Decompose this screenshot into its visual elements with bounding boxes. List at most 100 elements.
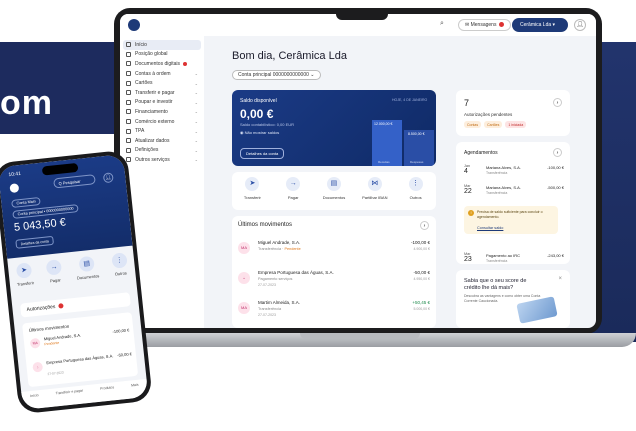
schedule-row[interactable]: Mar 22 Mariana Alves, S.A. Transferência -50… [464, 184, 564, 204]
sidebar-item-label: Poupar e investir [135, 99, 173, 106]
chevron-right-icon[interactable]: › [553, 98, 562, 107]
phone-account-chip[interactable]: Conta Main [11, 196, 42, 208]
account-select-value: Conta principal 0000000000000 [238, 72, 309, 78]
quick-action-3[interactable]: ⋈ Partilhar IBAN [357, 177, 393, 210]
sidebar-item[interactable]: Início [123, 40, 201, 50]
user-icon[interactable]: 👤︎ [574, 19, 586, 31]
quick-action-2[interactable]: ▤ Documentos [316, 177, 352, 210]
hide-balance-toggle[interactable]: ◉ Não mostrar saldos [240, 130, 279, 135]
phone-search-input[interactable]: Q Pesquisar [53, 174, 96, 189]
chevron-right-icon[interactable]: › [553, 148, 562, 157]
dynamic-island [41, 162, 79, 176]
account-switcher-button[interactable]: Cerâmica Lda ▾ [512, 18, 568, 32]
savings-icon [126, 99, 131, 105]
chevron-right-icon[interactable]: › [420, 221, 429, 230]
movement-row[interactable]: 💧︎ Empresa Portuguesa das Águas, S.A. Paga… [238, 268, 430, 294]
chevron-down-icon: ⌄ [194, 138, 198, 144]
avatar: MA [29, 337, 41, 349]
sidebar-item-label: Outros serviços [135, 156, 170, 163]
expense-label: Despesas [410, 160, 424, 164]
movement-type-label: Transferência [258, 247, 282, 251]
phone-movement-value: -100,00 € [112, 327, 130, 335]
sidebar-item-label: Definições [135, 147, 159, 154]
income-value: 12.000,00 € [374, 122, 393, 126]
gear-icon [126, 147, 131, 153]
quick-action-4[interactable]: ⋮ Outros [398, 177, 434, 210]
user-icon[interactable]: 👤︎ [102, 172, 114, 184]
phone-time: 10:41 [8, 170, 22, 179]
trade-icon [126, 119, 131, 125]
movement-type: Pagamento serviços [258, 277, 292, 281]
sidebar-item[interactable]: Documentos digitais [120, 59, 204, 69]
close-icon[interactable]: × [558, 276, 562, 282]
quick-action-1[interactable]: → Pagar [275, 177, 311, 210]
account-select[interactable]: Conta principal 0000000000000 ⌄ [232, 70, 321, 80]
bank-icon [126, 71, 131, 77]
quick-action-label: Transferir [243, 195, 261, 200]
more-icon [126, 157, 131, 163]
sidebar-item[interactable]: Comércio externo ⌄ [120, 117, 204, 127]
movement-row[interactable]: MA Miguel Andrade, S.A. Transferência · Pe… [238, 238, 430, 264]
chevron-down-icon: ⌄ [194, 99, 198, 105]
sidebar-item[interactable]: Posição global [120, 50, 204, 60]
account-details-button[interactable]: Detalhes da conta [240, 148, 285, 159]
check-balance-link[interactable]: Consultar saldo [477, 226, 503, 230]
movement-row[interactable]: MA Martim Almeida, S.A. Transferência 27-07… [238, 298, 430, 324]
schedule-name: Pagamento ao IRC [486, 253, 521, 258]
phone-quick-action[interactable]: → Pagar [45, 259, 63, 283]
authorization-tag[interactable]: 1 iniciada [505, 121, 527, 128]
phone-quick-action[interactable]: ⋮ Outros [111, 252, 128, 277]
movement-type: Transferência [258, 307, 281, 311]
promo-card: Sabia que o seu score de crédito lhe dá … [456, 270, 570, 328]
phone-nav-item[interactable]: Produtos [100, 385, 116, 401]
authorization-tag[interactable]: Cartões [484, 121, 503, 128]
schedule-name: Mariana Alves, S.A. [486, 185, 521, 190]
quick-action-0[interactable]: ➤ Transferir [234, 177, 270, 210]
recent-movements-card: Últimos movimentos › MA Miguel Andrade, S… [232, 216, 436, 328]
sidebar-item[interactable]: Contas à ordem ⌄ [120, 69, 204, 79]
movement-date: 27-07-2023 [258, 313, 276, 317]
phone-quick-actions: ➤ Transferir → Pagar ▤ Documentos ⋮ Outros [8, 252, 136, 288]
info-icon: ! [468, 210, 474, 216]
messages-label: Mensagens [470, 22, 497, 28]
phone-quick-action[interactable]: ▤ Documentos [75, 255, 100, 281]
schedule-row[interactable]: Mar 23 Pagamento ao IRC Transferência -243,0… [464, 252, 564, 272]
schedule-row[interactable]: Jan 4 Mariana Alves, S.A. Transferência -100… [464, 164, 564, 184]
sidebar-item[interactable]: TPA ⌄ [120, 126, 204, 136]
more-icon: ⋮ [111, 252, 128, 269]
search-icon[interactable]: ⌕ [440, 20, 444, 28]
phone-quick-action-label: Transferir [16, 280, 35, 287]
phone-nav-item[interactable]: Transferir e pagar [55, 389, 84, 407]
phone-nav-item[interactable]: Início [30, 393, 40, 409]
messages-button[interactable]: ✉ Mensagens [458, 19, 512, 31]
schedule-day: 4 [464, 168, 468, 175]
sidebar-item[interactable]: Financiamento ⌄ [120, 107, 204, 117]
schedule-day: 23 [464, 256, 472, 263]
phone-account-details-button[interactable]: Detalhes da conta [15, 235, 55, 249]
quick-action-label: Outros [409, 195, 422, 200]
authorization-tag[interactable]: Contas [464, 121, 482, 128]
authorizations-card[interactable]: 7 › Autorizações pendentes Contas Cartões… [456, 90, 570, 136]
movement-name: Martim Almeida, S.A. [258, 300, 301, 305]
movement-date: 27-07-2023 [258, 283, 276, 287]
quick-action-label: Documentos [322, 195, 346, 200]
bank-logo-icon[interactable] [9, 183, 20, 194]
sidebar-item[interactable]: Transferir e pagar ⌄ [120, 88, 204, 98]
bank-logo-icon[interactable] [128, 19, 140, 31]
phone-movements-card: Últimos movimentos MA Miguel Andrade, S.A… [22, 312, 139, 388]
pos-icon [126, 128, 131, 134]
phone-quick-action[interactable]: ➤ Transferir [15, 262, 34, 287]
sidebar-item-label: TPA [135, 128, 145, 135]
schedule-value: -500,00 € [547, 185, 564, 190]
sidebar-item[interactable]: Atualizar dados ⌄ [120, 136, 204, 146]
movement-name: Empresa Portuguesa das Águas, S.A. [258, 270, 334, 275]
sidebar-item[interactable]: Outros serviços ⌄ [120, 155, 204, 165]
phone-nav-item[interactable]: Mais [131, 383, 140, 399]
sidebar-item[interactable]: Poupar e investir ⌄ [120, 98, 204, 108]
sidebar-item[interactable]: Definições ⌄ [120, 146, 204, 156]
chevron-down-icon: ⌄ [194, 80, 198, 86]
chevron-down-icon: ⌄ [194, 109, 198, 115]
sidebar-item[interactable]: Cartões ⌄ [120, 78, 204, 88]
movement-balance: 4.950,00 € [413, 277, 430, 281]
phone-movement-value: -50,00 € [116, 351, 133, 358]
